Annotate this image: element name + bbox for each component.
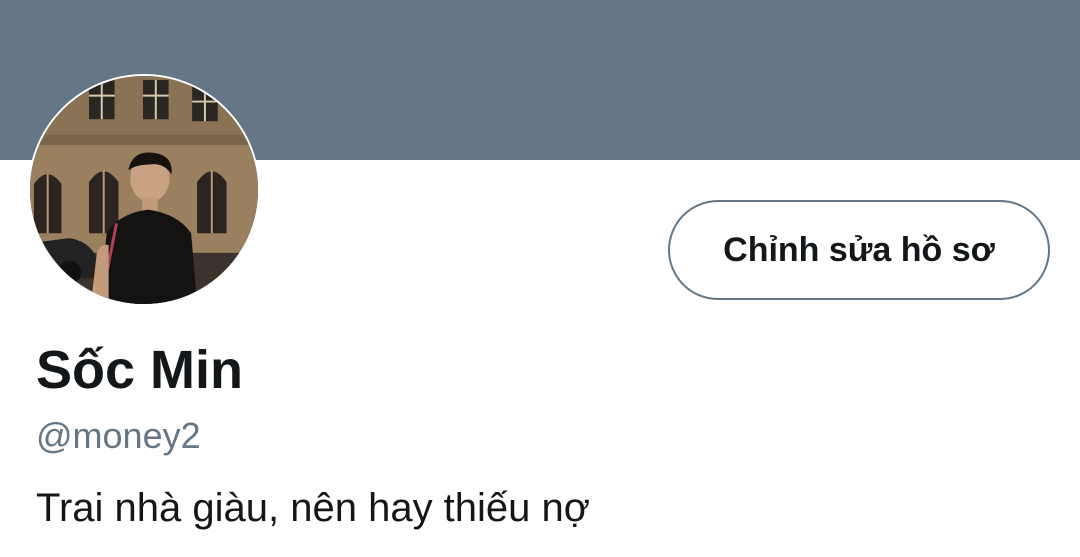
- edit-profile-button[interactable]: Chỉnh sửa hồ sơ: [668, 200, 1050, 300]
- profile-handle: @money2: [36, 415, 201, 456]
- profile-display-name: Sốc Min: [36, 340, 244, 400]
- profile-bio: Trai nhà giàu, nên hay thiếu nợ: [36, 486, 591, 530]
- avatar-photo: [30, 76, 258, 304]
- profile-page: Chỉnh sửa hồ sơ Sốc Min @money2 Trai nhà…: [0, 0, 1080, 557]
- profile-avatar[interactable]: [28, 74, 260, 306]
